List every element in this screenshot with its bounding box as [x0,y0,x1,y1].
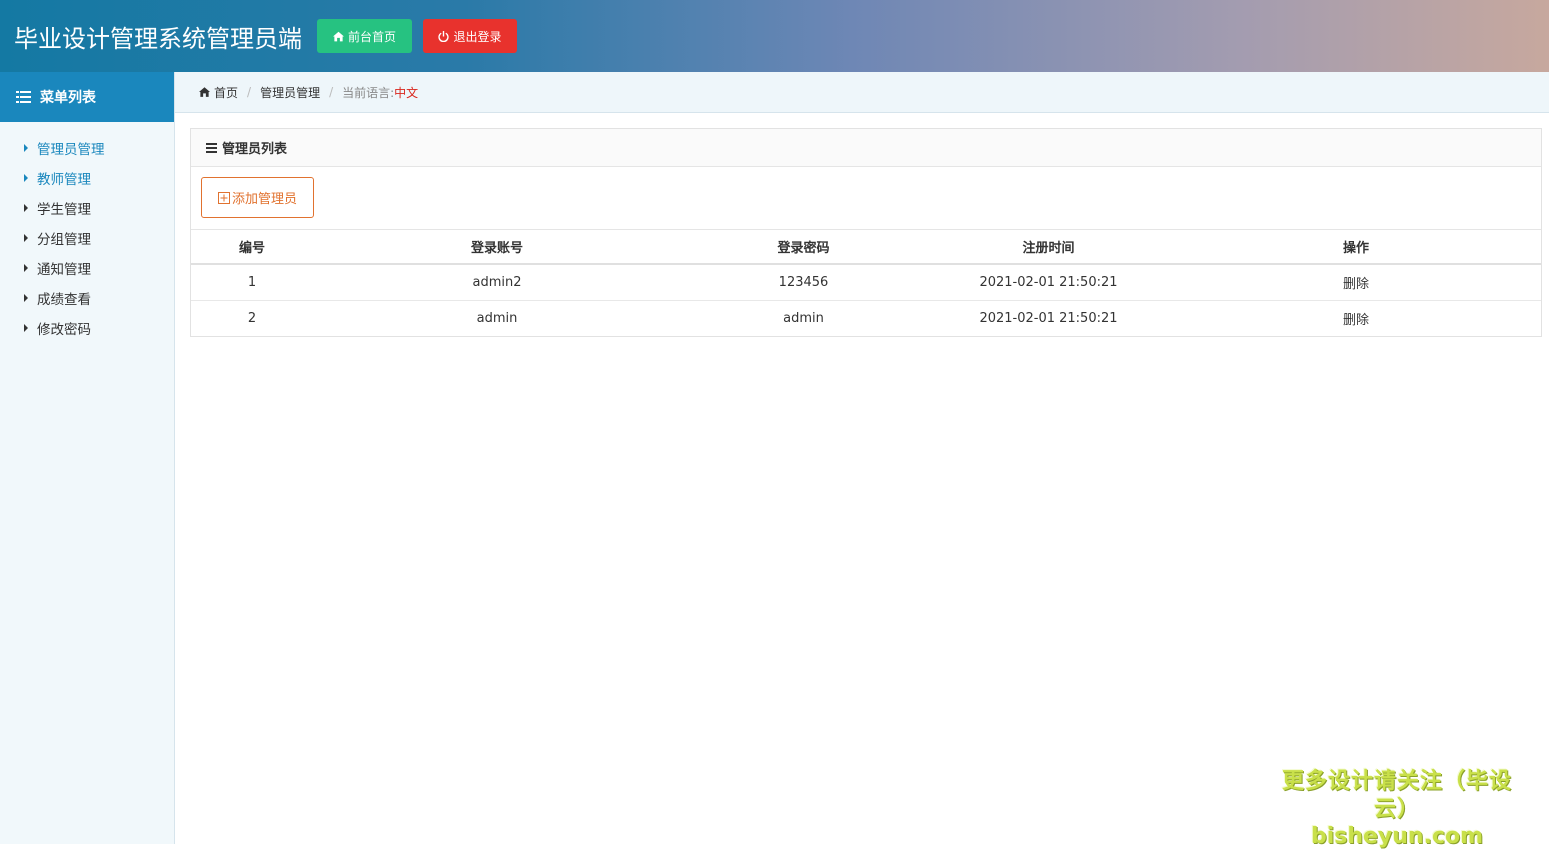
language-label: 当前语言: [342,85,395,100]
caret-right-icon [24,324,28,332]
add-admin-label: 添加管理员 [231,192,297,207]
cell-account: admin2 [313,264,681,301]
sidebar-item-label: 学生管理 [37,202,91,218]
table-row: 2 admin admin 2021-02-01 21:50:21 删除 [191,300,1541,336]
cell-registered: 2021-02-01 21:50:21 [979,310,1118,326]
cell-id: 2 [247,310,257,326]
frontend-home-label: 前台首页 [347,29,396,44]
cell-action: 删除 [1171,264,1541,301]
delete-link[interactable]: 删除 [1343,313,1369,328]
column-header-action: 操作 [1171,230,1541,265]
sidebar-item-label: 修改密码 [37,322,91,338]
top-header: 毕业设计管理系统管理员端 前台首页 退出登录 [0,0,1549,72]
breadcrumb-home[interactable]: 首页 [214,84,238,101]
admin-table: 编号 登录账号 登录密码 注册时间 操作 1 admin2 123456 202… [191,230,1541,336]
sidebar-item-label: 成绩查看 [37,292,91,308]
language-value[interactable]: 中文 [394,84,418,101]
panel-title: 管理员列表 [222,142,288,157]
sidebar-item-grade-view[interactable]: 成绩查看 [0,283,174,313]
sidebar-heading: 菜单列表 [0,72,174,122]
caret-right-icon [24,204,28,212]
caret-right-icon [24,264,28,272]
caret-right-icon [24,234,28,242]
home-icon [199,87,210,97]
caret-right-icon [24,144,28,152]
sidebar-item-label: 教师管理 [37,172,91,188]
power-icon [438,30,450,42]
watermark: 更多设计请关注（毕设云） bisheyun.com [1267,768,1527,850]
sidebar-menu: 管理员管理 教师管理 学生管理 分组管理 通知管理 成绩查看 修改密码 [0,122,174,343]
sidebar-item-group-management[interactable]: 分组管理 [0,223,174,253]
watermark-line-2: bisheyun.com [1310,824,1484,849]
panel-header: 管理员列表 [191,129,1541,167]
home-icon [332,31,344,41]
breadcrumb: 首页 / 管理员管理 / 当前语言: 中文 [175,72,1549,113]
cell-account: admin [476,310,518,326]
cell-id: 1 [191,264,313,301]
sidebar-item-admin-management[interactable]: 管理员管理 [0,133,174,163]
add-admin-button[interactable]: 添加管理员 [201,177,314,218]
app-title: 毕业设计管理系统管理员端 [14,25,302,53]
column-header-password: 登录密码 [681,230,926,265]
logout-label: 退出登录 [453,29,502,44]
frontend-home-button[interactable]: 前台首页 [317,19,412,53]
sidebar-item-label: 通知管理 [37,262,91,278]
delete-link[interactable]: 删除 [1343,277,1369,292]
column-header-id: 编号 [191,230,313,265]
breadcrumb-separator: / [329,85,334,99]
watermark-line-1: 更多设计请关注（毕设云） [1281,769,1512,822]
sidebar-item-student-management[interactable]: 学生管理 [0,193,174,223]
cell-action: 删除 [1171,300,1541,336]
cell-password: admin [783,310,824,326]
sidebar-item-notice-management[interactable]: 通知管理 [0,253,174,283]
caret-right-icon [24,174,28,182]
column-header-registered: 注册时间 [926,230,1171,265]
sidebar: 菜单列表 管理员管理 教师管理 学生管理 分组管理 通知管理 成绩查看 修改密码 [0,72,175,844]
cell-password: 123456 [681,264,926,301]
sidebar-item-label: 分组管理 [37,232,91,248]
column-header-account: 登录账号 [313,230,681,265]
sidebar-item-label: 管理员管理 [37,142,105,158]
breadcrumb-separator: / [247,85,252,99]
sidebar-heading-label: 菜单列表 [40,90,96,106]
plus-square-icon [217,191,230,204]
admin-list-panel: 管理员列表 添加管理员 编号 登录账号 登录密码 注册时间 操作 1 admin… [190,128,1542,337]
bars-icon [206,142,217,153]
list-icon [16,91,31,103]
cell-registered: 2021-02-01 21:50:21 [926,264,1171,301]
sidebar-item-change-password[interactable]: 修改密码 [0,313,174,343]
caret-right-icon [24,294,28,302]
sidebar-item-teacher-management[interactable]: 教师管理 [0,163,174,193]
logout-button[interactable]: 退出登录 [423,19,517,53]
panel-toolbar: 添加管理员 [191,167,1541,230]
breadcrumb-current[interactable]: 管理员管理 [260,84,320,101]
table-row: 1 admin2 123456 2021-02-01 21:50:21 删除 [191,264,1541,301]
table-header-row: 编号 登录账号 登录密码 注册时间 操作 [191,230,1541,265]
